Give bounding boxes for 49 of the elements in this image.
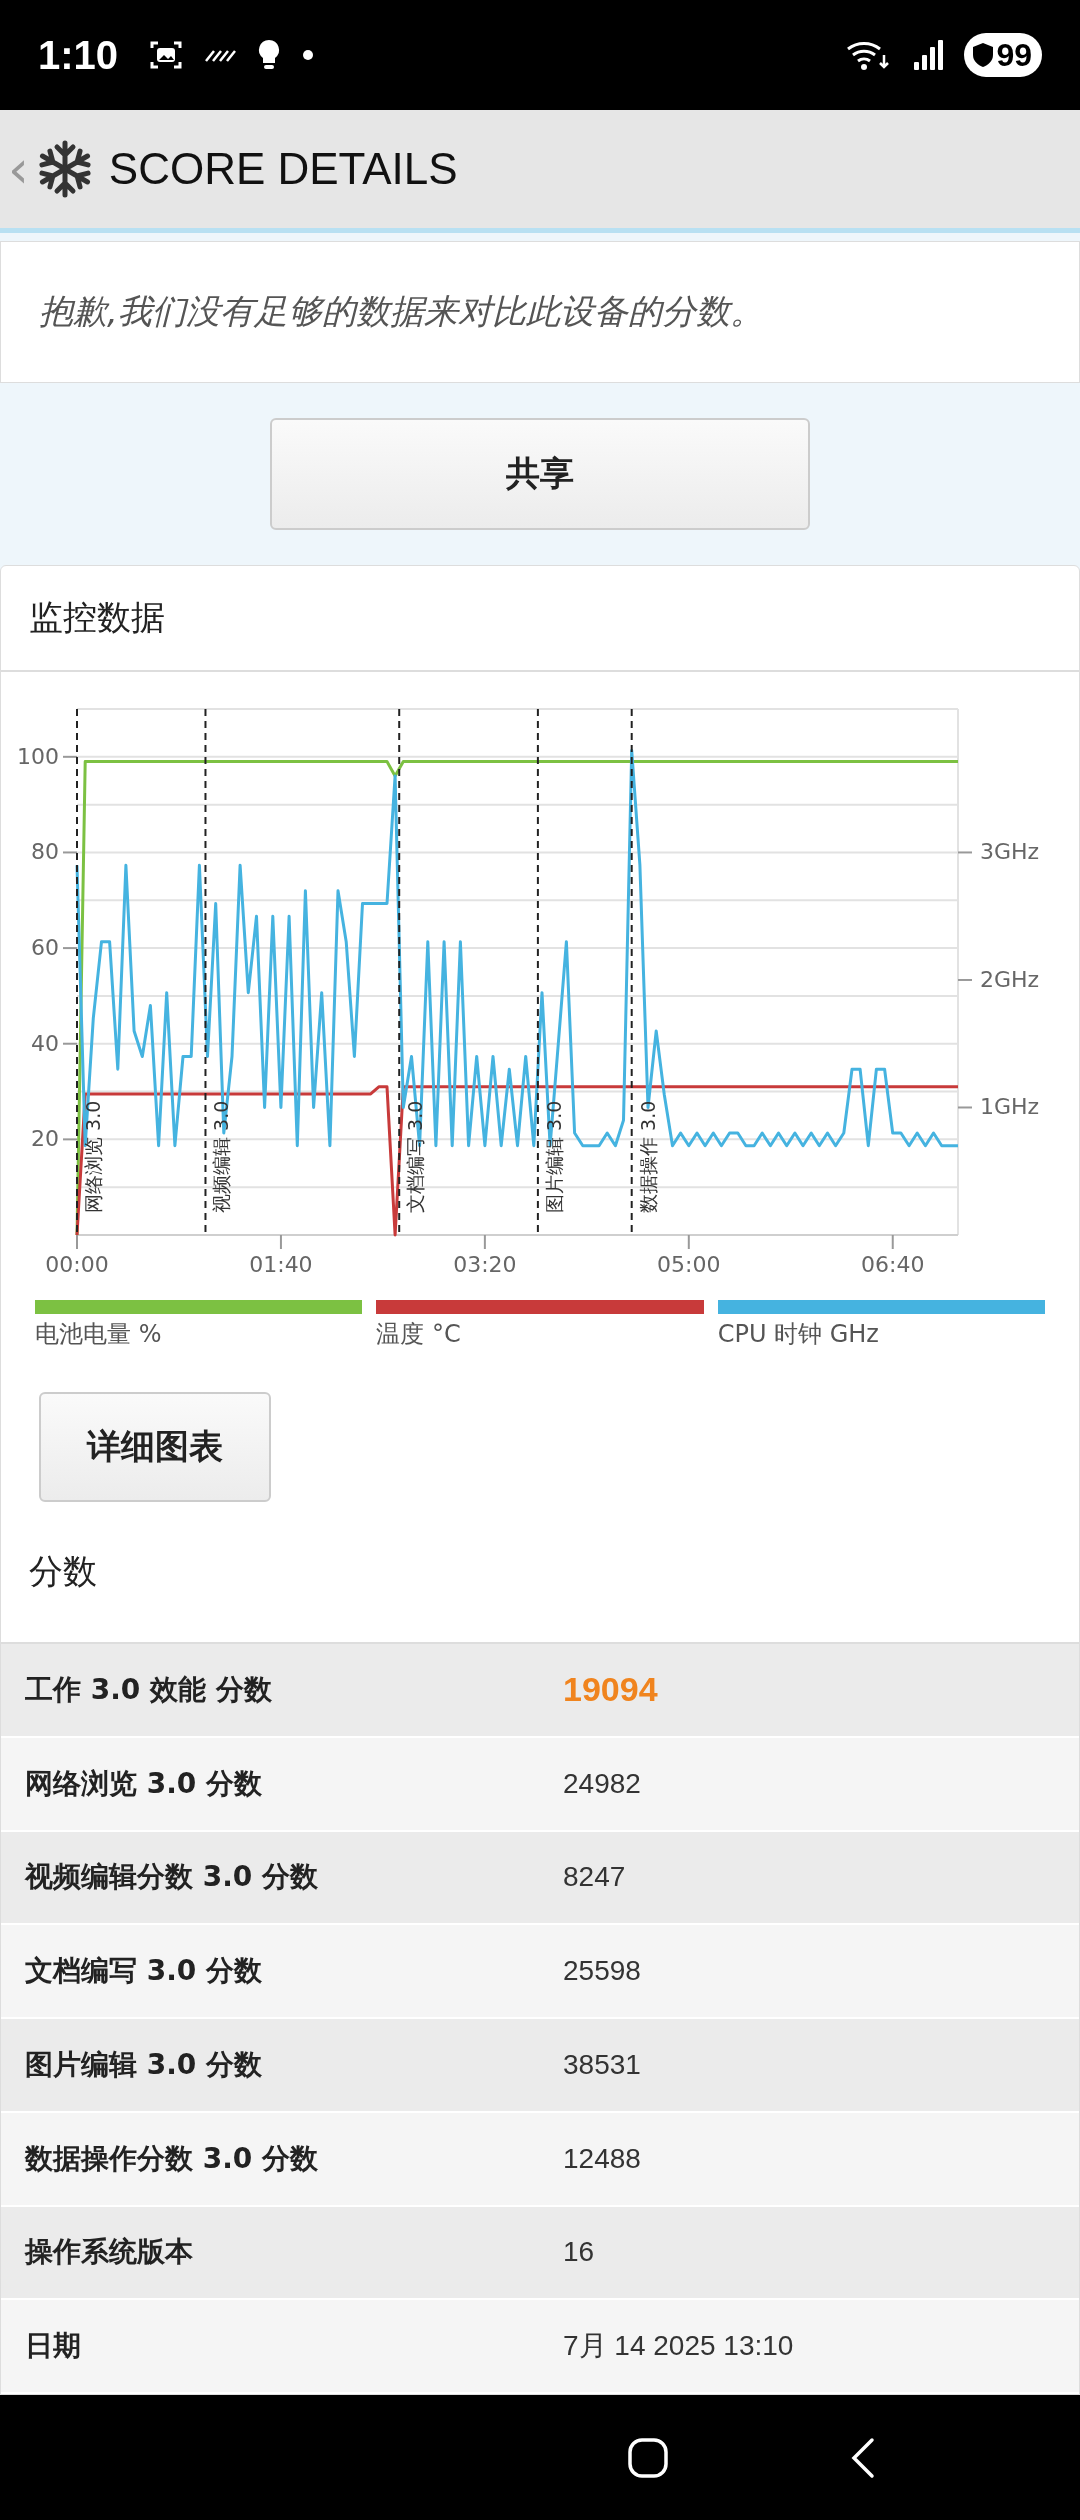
score-label: 日期 <box>24 2328 82 2365</box>
score-value: 7月 14 2025 13:10 <box>563 2329 794 2364</box>
marker-label: 文档编写 3.0 <box>404 1100 427 1213</box>
shield-icon <box>972 42 995 68</box>
marker-label: 网络浏览 3.0 <box>82 1100 104 1213</box>
axis-label: 2GHz <box>980 966 1040 992</box>
detail-chart-button[interactable]: 详细图表 <box>39 1392 271 1502</box>
marker-label: 图片编辑 3.0 <box>542 1100 565 1213</box>
battery-level: 99 <box>996 36 1032 74</box>
score-value: 8247 <box>563 1861 626 1894</box>
axis-label: 20 <box>31 1126 59 1152</box>
score-value: 16 <box>563 2236 595 2269</box>
clock-time: 1:10 <box>38 32 119 78</box>
legend-label: CPU 时钟 GHz <box>717 1319 880 1350</box>
score-value: 25598 <box>563 1955 641 1988</box>
legend-label: 电池电量 % <box>35 1319 163 1350</box>
axis-label: 3GHz <box>980 839 1040 865</box>
section-title: 监控数据 <box>29 596 165 639</box>
home-button[interactable] <box>626 2435 670 2480</box>
score-value: 24982 <box>563 1767 641 1800</box>
notification-dot-icon <box>302 49 315 61</box>
axis-label: 03:20 <box>453 1252 517 1277</box>
axis-label: 60 <box>31 935 59 961</box>
share-button[interactable]: 共享 <box>270 418 810 530</box>
score-value: 12488 <box>563 2142 641 2175</box>
score-label: 图片编辑 3.0 分数 <box>24 2046 264 2083</box>
section-title: 分数 <box>29 1550 97 1593</box>
score-label: 网络浏览 3.0 分数 <box>24 1765 264 1802</box>
notice-text: 抱歉,我们没有足够的数据来对比此设备的分数。 <box>39 290 764 333</box>
signal-icon <box>912 38 945 72</box>
score-label: 文档编写 3.0 分数 <box>24 1953 264 1990</box>
axis-label: 1GHz <box>980 1094 1040 1120</box>
score-label: 工作 3.0 效能 分数 <box>24 1671 273 1708</box>
axis-label: 01:40 <box>249 1252 313 1277</box>
marker-label: 视频编辑 3.0 <box>210 1100 233 1213</box>
score-value: 19094 <box>563 1670 658 1710</box>
axis-label: 100 <box>17 743 59 769</box>
score-label: 数据操作分数 3.0 分数 <box>23 2140 320 2177</box>
axis-label: 80 <box>31 839 59 865</box>
score-label: 视频编辑分数 3.0 分数 <box>23 1859 320 1896</box>
axis-label: 05:00 <box>657 1252 721 1277</box>
axis-label: 40 <box>31 1030 59 1056</box>
marker-label: 数据操作 3.0 <box>636 1100 659 1213</box>
axis-label: 00:00 <box>45 1252 109 1277</box>
score-label: 操作系统版本 <box>23 2234 194 2271</box>
page-title: SCORE DETAILS <box>108 144 458 194</box>
axis-label: 06:40 <box>861 1252 925 1277</box>
score-value: 38531 <box>563 2048 641 2081</box>
legend-label: 温度 °C <box>376 1319 462 1350</box>
